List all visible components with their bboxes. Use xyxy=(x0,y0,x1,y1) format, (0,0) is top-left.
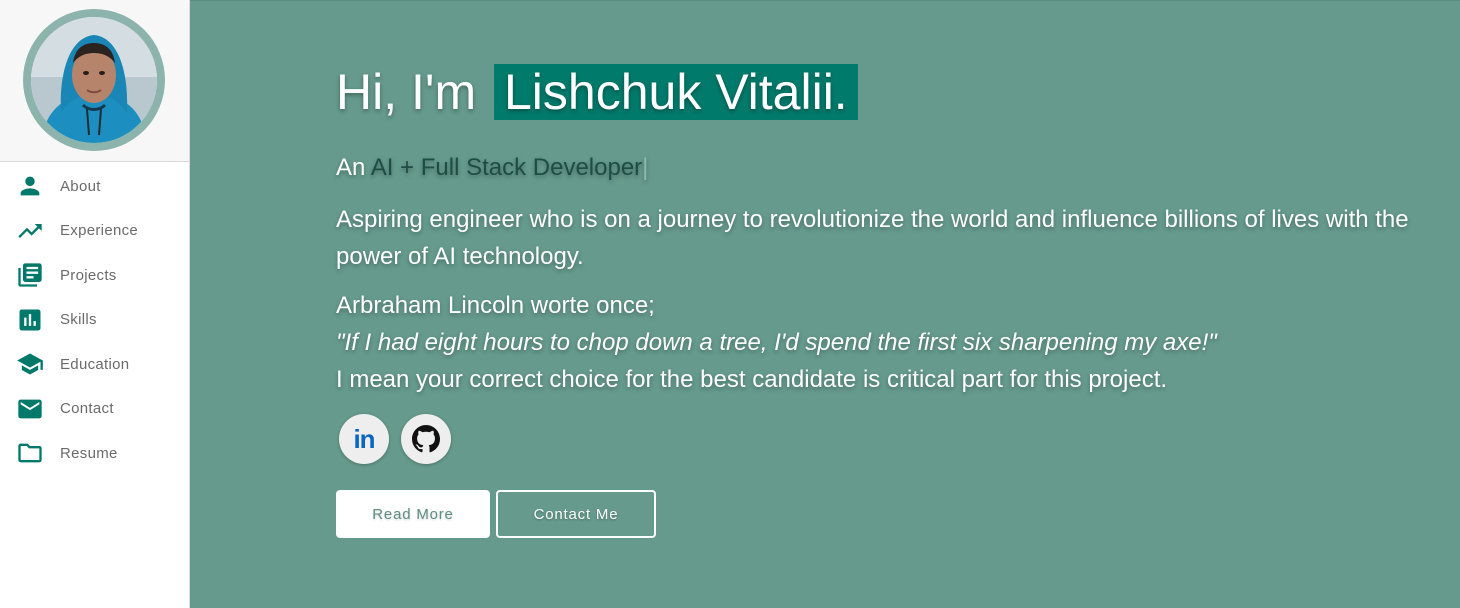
github-icon xyxy=(412,425,440,453)
sidebar-nav: About Experience Projects Skills Educati… xyxy=(0,164,189,476)
mail-icon xyxy=(16,395,44,423)
sidebar-item-education[interactable]: Education xyxy=(0,342,189,387)
quote-outro: I mean your correct choice for the best … xyxy=(336,366,1168,393)
sidebar-item-label: Contact xyxy=(60,400,114,418)
quote-intro: Arbraham Lincoln worte once; xyxy=(336,292,655,319)
linkedin-icon: in xyxy=(353,423,375,454)
hero-content: Hi, I'm Lishchuk Vitalii. An AI + Full S… xyxy=(336,59,1446,538)
typing-cursor: | xyxy=(642,154,649,181)
sidebar-item-label: Education xyxy=(60,355,130,373)
sidebar-item-experience[interactable]: Experience xyxy=(0,209,189,254)
sidebar: About Experience Projects Skills Educati… xyxy=(0,0,190,608)
person-icon xyxy=(16,172,44,200)
hero-section: Hi, I'm Lishchuk Vitalii. An AI + Full S… xyxy=(190,0,1460,608)
github-link[interactable] xyxy=(401,414,451,464)
read-more-button[interactable]: Read More xyxy=(336,490,490,538)
school-icon xyxy=(16,350,44,378)
sidebar-item-label: Resume xyxy=(60,444,118,462)
sidebar-item-about[interactable]: About xyxy=(0,164,189,209)
tagline: An AI + Full Stack Developer| xyxy=(336,153,1446,183)
quote-block: Arbraham Lincoln worte once; "If I had e… xyxy=(336,287,1446,398)
avatar-photo-illustration xyxy=(31,17,157,143)
name-highlight: Lishchuk Vitalii. xyxy=(494,64,858,120)
greeting-text: Hi, I'm xyxy=(336,64,477,120)
avatar-photo xyxy=(31,17,157,143)
sidebar-item-label: About xyxy=(60,177,101,195)
tagline-prefix: An xyxy=(336,154,366,181)
sidebar-item-label: Skills xyxy=(60,311,97,329)
bar-chart-icon xyxy=(16,306,44,334)
linkedin-link[interactable]: in xyxy=(339,414,389,464)
folder-icon xyxy=(16,439,44,467)
profile-header xyxy=(0,0,189,162)
sidebar-item-label: Projects xyxy=(60,266,117,284)
social-links: in xyxy=(336,414,1446,464)
sidebar-item-resume[interactable]: Resume xyxy=(0,431,189,476)
hero-heading: Hi, I'm Lishchuk Vitalii. xyxy=(336,59,1446,125)
avatar xyxy=(23,9,165,151)
trending-up-icon xyxy=(16,217,44,245)
role-typewriter: AI + Full Stack Developer xyxy=(370,154,643,181)
contact-me-button[interactable]: Contact Me xyxy=(496,490,656,538)
bio-text: Aspiring engineer who is on a journey to… xyxy=(336,206,1409,270)
sidebar-item-label: Experience xyxy=(60,222,139,240)
sidebar-item-skills[interactable]: Skills xyxy=(0,298,189,343)
quote-text: "If I had eight hours to chop down a tre… xyxy=(336,329,1217,356)
library-books-icon xyxy=(16,261,44,289)
sidebar-item-projects[interactable]: Projects xyxy=(0,253,189,298)
sidebar-item-contact[interactable]: Contact xyxy=(0,387,189,432)
cta-buttons: Read More Contact Me xyxy=(336,490,1446,538)
